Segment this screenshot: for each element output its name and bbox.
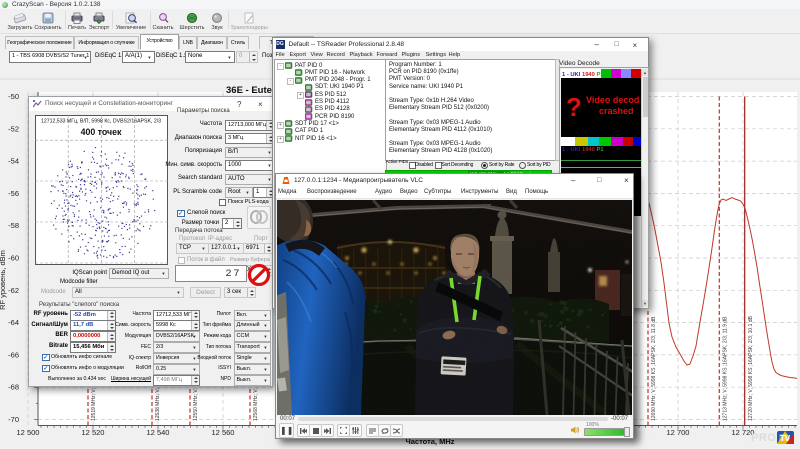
svg-text:-58: -58 bbox=[8, 221, 19, 230]
svg-text:-56: -56 bbox=[8, 189, 19, 198]
svg-text:12713 MHz; V; 5998 KS ;16APSK;: 12713 MHz; V; 5998 KS ;16APSK; 2/3; 11.9… bbox=[723, 316, 729, 421]
svg-text:-60: -60 bbox=[8, 254, 19, 263]
svg-text:12 700: 12 700 bbox=[667, 428, 690, 437]
svg-text:-52: -52 bbox=[8, 124, 19, 133]
svg-text:12690 MHz; V; 5998 KS ;16APSK;: 12690 MHz; V; 5998 KS ;16APSK; 2/3; 11.8… bbox=[651, 316, 657, 421]
svg-text:12 500: 12 500 bbox=[17, 428, 40, 437]
svg-text:-66: -66 bbox=[8, 350, 19, 359]
svg-text:-62: -62 bbox=[8, 286, 19, 295]
svg-text:-70: -70 bbox=[8, 415, 19, 424]
svg-text:-50: -50 bbox=[8, 92, 19, 101]
svg-text:-64: -64 bbox=[8, 318, 19, 327]
svg-text:12720 MHz; V; 5998 KS ;16APSK;: 12720 MHz; V; 5998 KS ;16APSK; 2/3; 10.1… bbox=[748, 315, 754, 421]
svg-text:400 точек: 400 точек bbox=[80, 127, 121, 137]
svg-text:12 560: 12 560 bbox=[212, 428, 235, 437]
svg-text:-68: -68 bbox=[8, 383, 19, 392]
svg-text:TV: TV bbox=[780, 434, 791, 443]
svg-text:12 540: 12 540 bbox=[147, 428, 170, 437]
svg-text:12 520: 12 520 bbox=[82, 428, 105, 437]
svg-text:-54: -54 bbox=[8, 157, 19, 166]
svg-text:RF уровень, dBm: RF уровень, dBm bbox=[0, 250, 7, 310]
